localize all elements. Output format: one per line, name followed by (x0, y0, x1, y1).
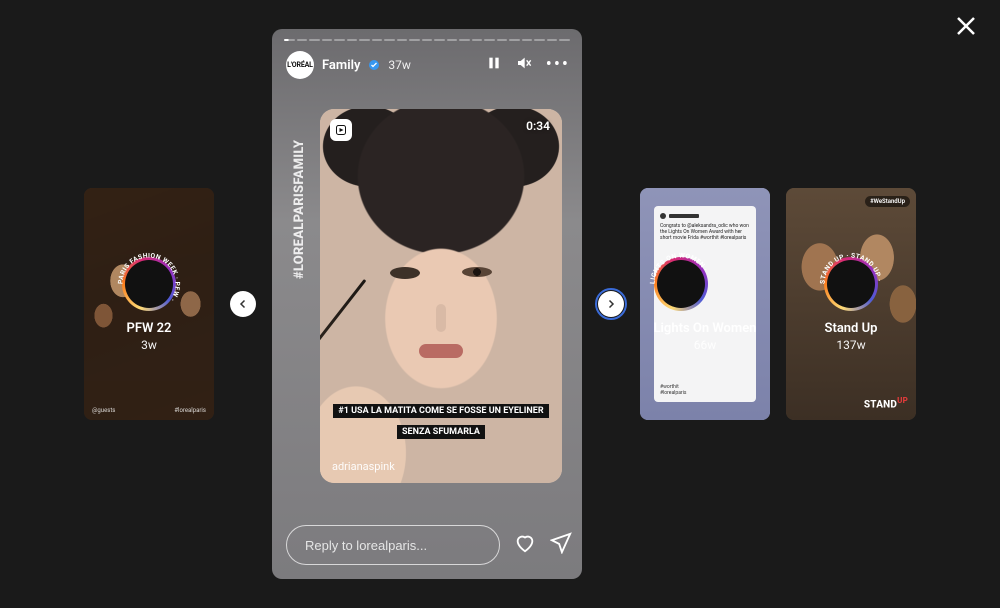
send-icon (550, 532, 572, 554)
story-age: 37w (388, 58, 411, 72)
svg-text:PARIS FASHION WEEK · PFW ·: PARIS FASHION WEEK · PFW · (117, 251, 182, 303)
verified-badge-icon (368, 59, 380, 71)
story-credit[interactable]: adrianaspink (332, 460, 395, 473)
preview-title: PFW 22 (122, 321, 176, 336)
svg-text:STAND UP · STAND UP ·: STAND UP · STAND UP · (819, 251, 884, 284)
reel-badge (330, 119, 352, 141)
story-caption: #1 USA LA MATITA COME SE FOSSE UN EYELIN… (330, 398, 552, 439)
preview-time: 137w (824, 338, 878, 352)
mute-icon (516, 55, 532, 71)
preview-time: 66w (654, 338, 757, 352)
pause-icon (486, 55, 502, 71)
story-username[interactable]: Family (322, 58, 360, 73)
reply-row (286, 525, 568, 565)
preview-time: 3w (122, 338, 176, 352)
like-button[interactable] (514, 532, 536, 558)
pause-button[interactable] (486, 55, 502, 75)
story-carousel: PARIS FASHION WEEK · PFW · PFW 22 3w @gu… (0, 0, 1000, 608)
chevron-right-icon (605, 298, 617, 310)
active-story[interactable]: L'ORÉAL Family 37w ••• #LOREALPARISFAMIL… (272, 29, 582, 579)
preview-hashtag-pill: #WeStandUp (865, 196, 910, 207)
reply-input[interactable] (286, 525, 500, 565)
progress-segments (284, 39, 570, 41)
close-icon (954, 14, 978, 38)
heart-icon (514, 532, 536, 554)
more-options-button[interactable]: ••• (546, 57, 570, 73)
highlight-ring-icon: STAND UP · STAND UP · (824, 257, 878, 311)
highlight-ring-icon: LIGHTS ON WOMEN · (654, 257, 708, 311)
standup-logo: STANDUP (864, 396, 908, 410)
reel-icon (335, 124, 347, 136)
close-button[interactable] (954, 14, 978, 38)
story-preview-stand-up[interactable]: #WeStandUp STAND UP · STAND UP · Stand U… (786, 188, 916, 420)
preview-tag: #lorealparis (174, 407, 206, 414)
preview-title: Stand Up (824, 321, 878, 336)
next-story-button[interactable] (598, 291, 624, 317)
story-hashtag[interactable]: #LOREALPARISFAMILY (292, 140, 307, 279)
story-avatar[interactable]: L'ORÉAL (286, 51, 314, 79)
story-header: L'ORÉAL Family 37w ••• (286, 51, 570, 79)
story-preview-lights-on-women[interactable]: Congrats to @aleksandra_odic who won the… (640, 188, 770, 420)
story-media[interactable]: 0:34 #1 USA LA MATITA COME SE FOSSE UN E… (320, 109, 562, 483)
svg-text:LIGHTS ON WOMEN ·: LIGHTS ON WOMEN · (648, 251, 709, 284)
story-preview-pfw22[interactable]: PARIS FASHION WEEK · PFW · PFW 22 3w @gu… (84, 188, 214, 420)
clip-duration: 0:34 (526, 119, 550, 133)
preview-tag: @guests (92, 407, 115, 414)
share-button[interactable] (550, 532, 572, 558)
mute-button[interactable] (516, 55, 532, 75)
highlight-ring-icon: PARIS FASHION WEEK · PFW · (122, 257, 176, 311)
chevron-left-icon (237, 298, 249, 310)
preview-title: Lights On Women (654, 321, 757, 336)
prev-story-button[interactable] (230, 291, 256, 317)
